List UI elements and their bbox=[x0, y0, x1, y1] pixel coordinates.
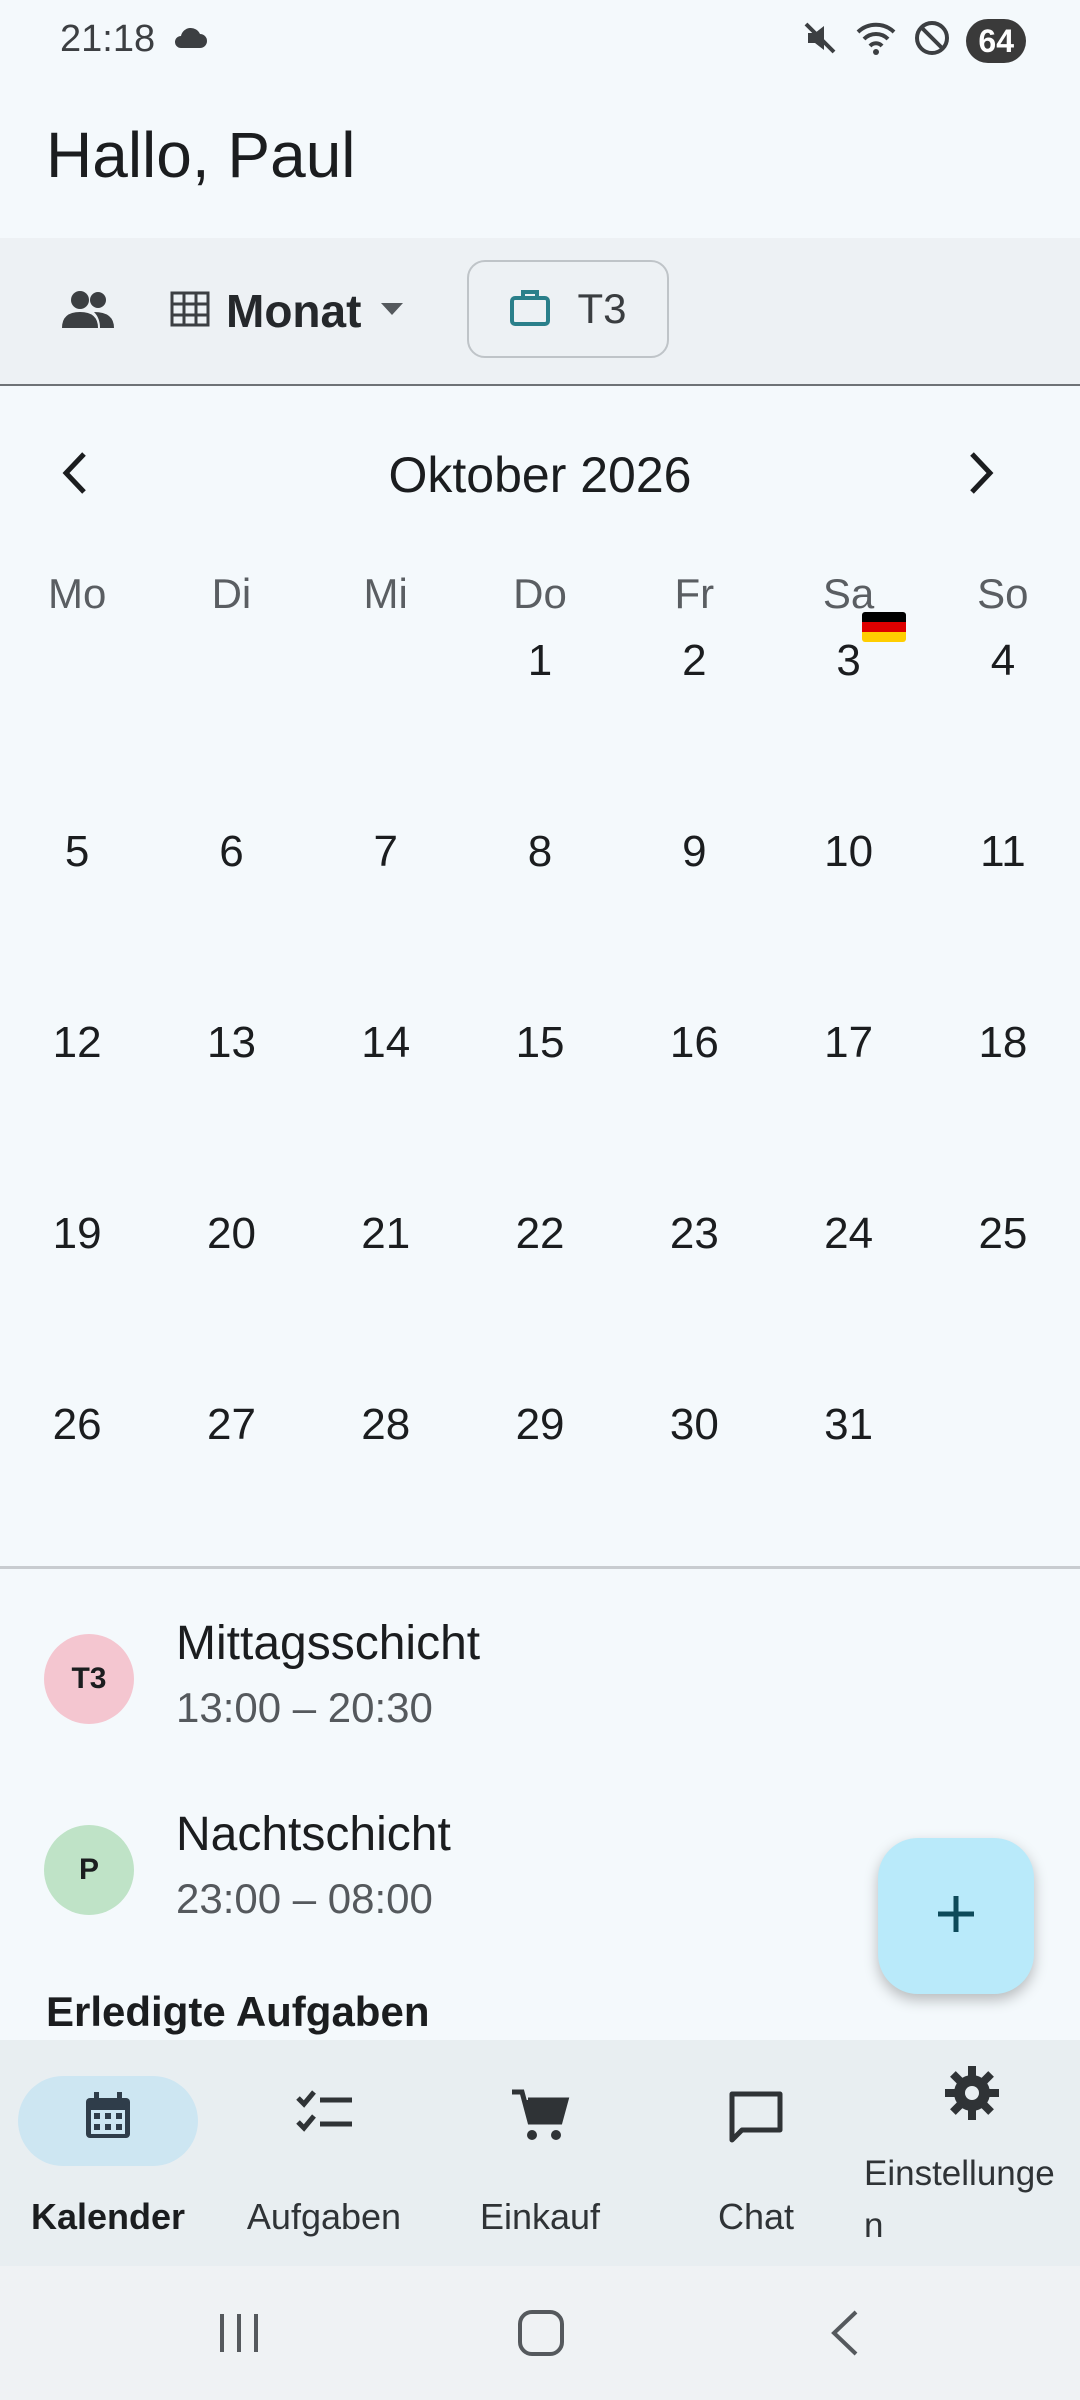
nav-label: Einstellungen bbox=[864, 2154, 1055, 2245]
day-cell[interactable]: 27 bbox=[154, 1398, 308, 1589]
shopping-cart-icon bbox=[432, 2088, 648, 2144]
day-cell[interactable]: 28 bbox=[309, 1398, 463, 1589]
weekday-header: Mo Di Mi Do Fr Sa So bbox=[0, 570, 1080, 618]
event-time: 13:00 – 20:30 bbox=[176, 1684, 433, 1731]
nav-label: Kalender bbox=[30, 2196, 186, 2237]
day-cell[interactable]: 26 bbox=[0, 1398, 154, 1589]
day-cell[interactable]: 13 bbox=[154, 1016, 308, 1207]
month-title: Oktober 2026 bbox=[388, 447, 692, 503]
weekday-label: So bbox=[977, 570, 1029, 617]
nav-shopping[interactable]: Einkauf bbox=[432, 2040, 648, 2266]
bottom-navigation: Kalender Aufgaben Einkauf Chat Einstellu… bbox=[0, 2040, 1080, 2266]
checklist-icon bbox=[216, 2088, 432, 2140]
calendar-icon bbox=[0, 2088, 216, 2144]
day-cell[interactable]: 15 bbox=[463, 1016, 617, 1207]
day-cell[interactable]: 5 bbox=[0, 825, 154, 1016]
dropdown-arrow-icon bbox=[377, 299, 407, 324]
day-cell[interactable]: 9 bbox=[617, 825, 771, 1016]
briefcase-icon bbox=[509, 287, 551, 332]
recent-apps-icon[interactable] bbox=[216, 2308, 262, 2363]
divider bbox=[0, 1566, 1080, 1569]
weekday-label: Di bbox=[211, 570, 252, 617]
nav-calendar[interactable]: Kalender bbox=[0, 2040, 216, 2266]
people-filter-icon[interactable] bbox=[60, 288, 116, 337]
day-cell[interactable]: 23 bbox=[617, 1207, 771, 1398]
weekday-label: Sa bbox=[822, 570, 875, 617]
day-cell[interactable]: 6 bbox=[154, 825, 308, 1016]
battery-indicator: 64 bbox=[966, 18, 1026, 63]
greeting-title: Hallo, Paul bbox=[46, 119, 356, 191]
nav-chat[interactable]: Chat bbox=[648, 2040, 864, 2266]
t3-filter-chip[interactable]: T3 bbox=[467, 260, 669, 358]
mute-icon bbox=[800, 18, 840, 63]
add-button[interactable] bbox=[878, 1838, 1034, 1994]
day-cell[interactable]: 4 bbox=[926, 634, 1080, 825]
event-title: Nachtschicht bbox=[176, 1808, 451, 1861]
day-cell[interactable]: 21 bbox=[309, 1207, 463, 1398]
weekday-label: Mi bbox=[363, 570, 408, 617]
system-navigation-bar bbox=[0, 2266, 1080, 2400]
day-cell[interactable]: 31 bbox=[771, 1398, 925, 1589]
view-mode-label: Monat bbox=[226, 285, 362, 337]
weekday-label: Mo bbox=[47, 570, 107, 617]
status-time: 21:18 bbox=[60, 18, 156, 60]
done-tasks-heading: Erledigte Aufgaben bbox=[46, 1988, 430, 2035]
event-time: 23:00 – 08:00 bbox=[176, 1875, 433, 1922]
empty-day-cell bbox=[309, 634, 463, 825]
event-item[interactable]: T3 Mittagsschicht 13:00 – 20:30 bbox=[0, 1608, 1080, 1758]
gear-icon bbox=[864, 2064, 1080, 2122]
day-cell[interactable]: 14 bbox=[309, 1016, 463, 1207]
day-cell[interactable]: 11 bbox=[926, 825, 1080, 1016]
weekday-label: Do bbox=[513, 570, 567, 617]
view-mode-dropdown[interactable]: Monat bbox=[170, 278, 407, 344]
chip-label: T3 bbox=[577, 285, 627, 332]
day-cell[interactable]: 2 bbox=[617, 634, 771, 825]
day-cell[interactable]: 19 bbox=[0, 1207, 154, 1398]
empty-day-cell bbox=[154, 634, 308, 825]
empty-day-cell bbox=[0, 634, 154, 825]
day-cell[interactable]: 8 bbox=[463, 825, 617, 1016]
day-cell[interactable]: 30 bbox=[617, 1398, 771, 1589]
wifi-icon bbox=[854, 18, 898, 63]
back-icon[interactable] bbox=[826, 2308, 862, 2363]
weekday-label: Fr bbox=[674, 570, 715, 617]
event-title: Mittagsschicht bbox=[176, 1617, 481, 1670]
nav-label: Chat bbox=[717, 2196, 795, 2237]
nav-settings[interactable]: Einstellungen bbox=[864, 2040, 1080, 2266]
day-cell[interactable]: 25 bbox=[926, 1207, 1080, 1398]
day-cell[interactable]: 24 bbox=[771, 1207, 925, 1398]
day-cell[interactable]: 18 bbox=[926, 1016, 1080, 1207]
day-cell[interactable]: 1 bbox=[463, 634, 617, 825]
avatar: P bbox=[44, 1825, 134, 1915]
grid-icon bbox=[170, 291, 210, 332]
day-cell[interactable]: 22 bbox=[463, 1207, 617, 1398]
german-flag-holiday-icon bbox=[862, 612, 906, 642]
home-icon[interactable] bbox=[516, 2308, 566, 2363]
day-cell[interactable]: 20 bbox=[154, 1207, 308, 1398]
day-cell[interactable]: 3 bbox=[771, 634, 925, 825]
day-cell[interactable]: 29 bbox=[463, 1398, 617, 1589]
day-cell[interactable]: 12 bbox=[0, 1016, 154, 1207]
status-bar: 21:18 64 bbox=[0, 0, 1080, 80]
next-month-icon[interactable] bbox=[966, 448, 996, 503]
nav-tasks[interactable]: Aufgaben bbox=[216, 2040, 432, 2266]
day-cell[interactable]: 16 bbox=[617, 1016, 771, 1207]
do-not-disturb-icon bbox=[912, 18, 952, 63]
chat-icon bbox=[648, 2088, 864, 2148]
day-cell[interactable]: 17 bbox=[771, 1016, 925, 1207]
day-cell[interactable]: 10 bbox=[771, 825, 925, 1016]
avatar: T3 bbox=[44, 1634, 134, 1724]
nav-label: Einkauf bbox=[479, 2196, 601, 2237]
nav-label: Aufgaben bbox=[246, 2196, 402, 2237]
plus-icon bbox=[934, 1892, 978, 1941]
month-grid: 1 2 3 4 5 6 7 8 9 10 11 12 13 14 15 16 17 18 19 20 21 22 23 24 2… bbox=[0, 634, 1080, 1589]
calendar-toolbar: Monat T3 bbox=[0, 238, 1080, 386]
day-cell[interactable]: 7 bbox=[309, 825, 463, 1016]
cloud-icon bbox=[172, 24, 208, 57]
